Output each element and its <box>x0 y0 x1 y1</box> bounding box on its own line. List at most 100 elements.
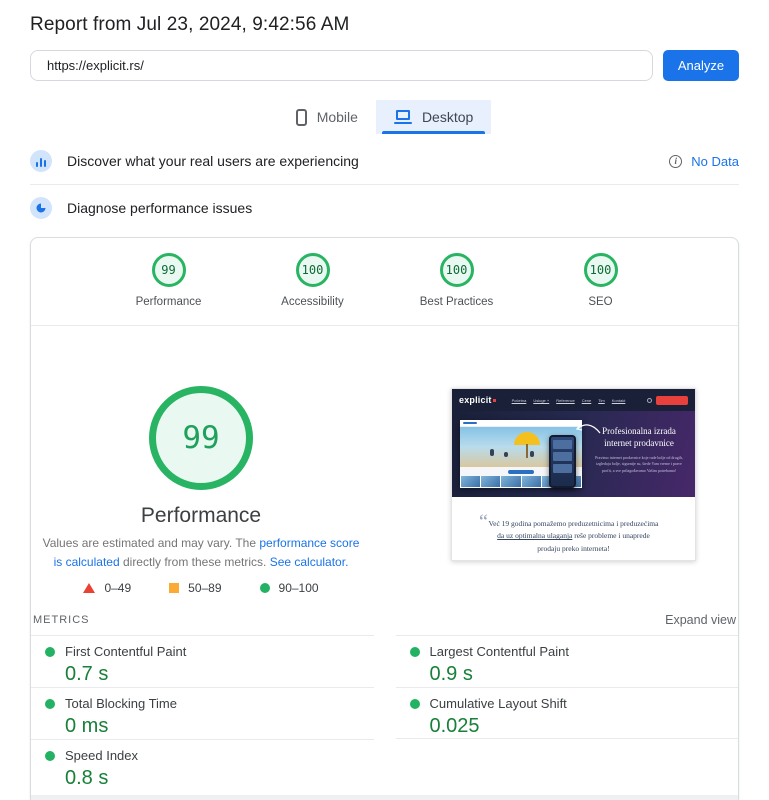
see-calculator-link[interactable]: See calculator. <box>270 555 349 569</box>
metrics-grid: First Contentful Paint 0.7 s Total Block… <box>31 635 738 791</box>
score-ring: 100 <box>295 253 330 287</box>
person-shape <box>530 451 534 457</box>
site-hero: Profesionalna izrada internet prodavnice… <box>452 411 695 497</box>
quote-text: Već 19 godina pomažemo preduzetnicima i … <box>488 519 659 528</box>
metric-value: 0 ms <box>65 715 109 738</box>
score-best-practices[interactable]: 100 Best Practices <box>409 253 505 308</box>
metric-name: Speed Index <box>65 748 139 764</box>
site-subtext: Pravimo internet prodavnice koje rade bo… <box>595 455 683 473</box>
score-accessibility[interactable]: 100 Accessibility <box>265 253 361 308</box>
disclaimer-text: Values are estimated and may vary. The <box>42 536 260 550</box>
metric-first-contentful-paint: First Contentful Paint 0.7 s <box>31 635 374 687</box>
mobile-phone-icon <box>295 108 307 126</box>
performance-gauge-section: 99 Performance Values are estimated and … <box>31 326 738 609</box>
site-nav-item: Cene <box>581 397 592 403</box>
site-nav-item: Kontakt <box>611 397 626 403</box>
legend-range: 50–89 <box>188 581 222 596</box>
bar-chart-icon <box>30 150 52 172</box>
disclaimer-text: directly from these metrics. <box>119 555 270 570</box>
page-screenshot-thumbnail[interactable]: explicit Početna Usluge + Reference Cene… <box>451 388 696 561</box>
score-legend: 0–49 50–89 90–100 <box>31 581 371 595</box>
metrics-left-column: First Contentful Paint 0.7 s Total Block… <box>31 635 374 791</box>
site-headline: Profesionalna izrada internet prodavnice <box>602 426 676 448</box>
metric-name: Largest Contentful Paint <box>429 644 569 660</box>
green-dot-icon <box>45 750 55 761</box>
green-dot-icon <box>409 646 420 657</box>
site-nav-item: Reference <box>556 397 575 403</box>
green-circle-icon <box>259 583 270 594</box>
legend-average: 50–89 <box>169 581 222 596</box>
site-logo: explicit <box>459 395 492 405</box>
tab-desktop[interactable]: Desktop <box>375 100 492 134</box>
expand-view-button[interactable]: Expand view <box>665 613 736 627</box>
metric-value: 0.9 s <box>429 663 473 686</box>
person-shape <box>490 449 494 456</box>
metric-cumulative-layout-shift: Cumulative Layout Shift 0.025 <box>395 687 738 740</box>
score-performance[interactable]: 99 Performance <box>121 253 217 308</box>
site-quote-section: “ Već 19 godina pomažemo preduzetnicima … <box>452 497 695 560</box>
gauge-disclaimer: Values are estimated and may vary. The p… <box>41 534 361 572</box>
green-dot-icon <box>45 698 55 709</box>
metric-speed-index: Speed Index 0.8 s <box>31 739 374 791</box>
gauge-column: 99 Performance Values are estimated and … <box>31 386 371 595</box>
category-scores: 99 Performance 100 Accessibility 100 Bes… <box>31 238 738 326</box>
metric-largest-contentful-paint: Largest Contentful Paint 0.9 s <box>395 635 738 687</box>
logo-mark <box>492 398 496 402</box>
performance-gauge: 99 <box>149 386 253 490</box>
page-title: Report from Jul 23, 2024, 9:42:56 AM <box>30 14 350 35</box>
orange-square-icon <box>169 583 180 594</box>
legend-pass: 90–100 <box>259 581 319 596</box>
site-nav-item: Usluge + <box>533 397 550 403</box>
score-ring: 100 <box>439 253 474 287</box>
red-triangle-icon <box>83 583 96 594</box>
tab-mobile[interactable]: Mobile <box>278 100 376 134</box>
url-bar: Analyze <box>30 50 739 81</box>
legend-range: 90–100 <box>278 581 319 596</box>
language-globe-icon <box>647 397 652 403</box>
desktop-laptop-icon <box>393 110 412 124</box>
score-label: Best Practices <box>419 296 494 308</box>
metric-name: Total Blocking Time <box>65 696 177 712</box>
gauge-icon <box>30 197 52 219</box>
metric-value: 0.025 <box>429 715 480 738</box>
site-nav: Početna Usluge + Reference Cene Tim Kont… <box>512 398 626 403</box>
score-ring: 100 <box>583 253 618 287</box>
device-tabs: Mobile Desktop <box>0 100 769 134</box>
legend-range: 0–49 <box>104 581 132 596</box>
gauge-icon-glyph <box>36 203 46 213</box>
score-label: Accessibility <box>281 296 344 308</box>
report-card: 99 Performance 100 Accessibility 100 Bes… <box>30 237 739 800</box>
quote-mark: “ <box>479 511 488 533</box>
metric-total-blocking-time: Total Blocking Time 0 ms <box>31 687 374 739</box>
url-input[interactable] <box>30 50 653 81</box>
analyze-button[interactable]: Analyze <box>663 50 739 81</box>
metrics-right-column: Largest Contentful Paint 0.9 s Cumulativ… <box>395 635 738 791</box>
metrics-heading: METRICS <box>33 614 90 627</box>
score-label: Performance <box>135 296 202 308</box>
quote-link: da uz optimalna ulaganja <box>497 531 573 541</box>
tab-desktop-label: Desktop <box>421 109 474 125</box>
metrics-header: METRICS Expand view <box>31 609 738 635</box>
metric-value: 0.7 s <box>65 663 109 686</box>
legend-fail: 0–49 <box>83 581 131 595</box>
metric-name: First Contentful Paint <box>65 644 187 660</box>
person-shape <box>504 452 508 457</box>
phone-mockup <box>549 435 576 488</box>
gauge-title: Performance <box>140 504 262 527</box>
green-dot-icon <box>409 698 420 709</box>
field-data-section-header: Discover what your real users are experi… <box>30 138 739 184</box>
no-data-link[interactable]: i No Data <box>669 154 739 169</box>
mini-navbar <box>460 420 582 427</box>
site-navbar: explicit Početna Usluge + Reference Cene… <box>452 389 695 411</box>
metric-name: Cumulative Layout Shift <box>429 696 567 712</box>
site-cta-button <box>656 395 688 405</box>
score-seo[interactable]: 100 SEO <box>553 253 649 308</box>
green-dot-icon <box>45 646 55 657</box>
lab-data-section-header: Diagnose performance issues <box>30 185 739 231</box>
screenshot-column: explicit Početna Usluge + Reference Cene… <box>451 388 696 595</box>
info-icon: i <box>669 154 683 168</box>
metric-value: 0.8 s <box>65 767 109 790</box>
umbrella-shape <box>514 432 540 458</box>
lab-data-title: Diagnose performance issues <box>67 200 253 216</box>
filmstrip-section-top <box>31 795 738 800</box>
